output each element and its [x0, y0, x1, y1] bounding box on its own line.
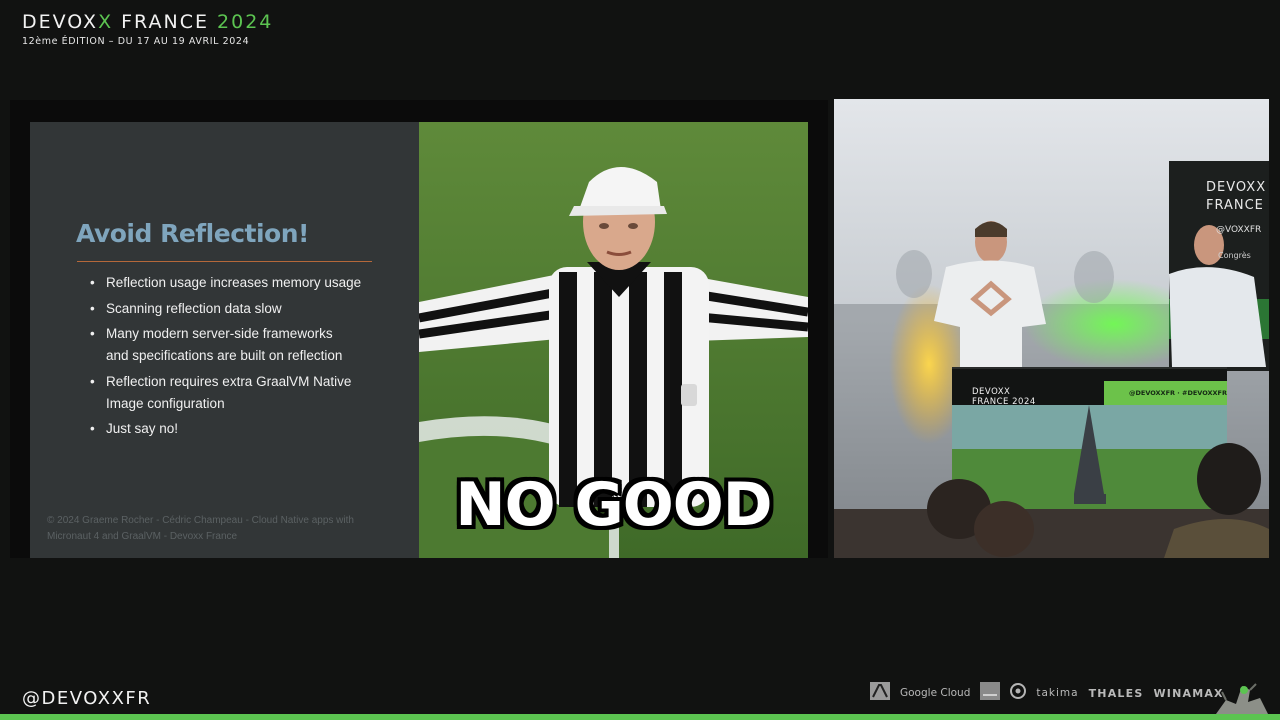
- mascot-robot-icon: [1212, 680, 1268, 718]
- event-subtitle: 12ème ÉDITION – DU 17 AU 19 AVRIL 2024: [22, 36, 250, 47]
- event-title-x: X: [98, 11, 114, 33]
- event-title: DEVOXX FRANCE 2024: [22, 11, 273, 33]
- sponsor-logos: Google Cloud takima THALES WINAMAX: [870, 682, 1224, 704]
- stage-banner-handle: @VOXXFR: [1216, 225, 1262, 235]
- axa-logo-icon: [870, 682, 890, 704]
- twitter-handle: @DEVOXXFR: [22, 688, 152, 709]
- event-title-prefix: DEVOX: [22, 11, 99, 33]
- slide-bullet: Reflection requires extra GraalVM Native…: [90, 371, 360, 415]
- sponsor-google-cloud: Google Cloud: [900, 687, 971, 699]
- slide-bullet: Many modern server-side frameworks and s…: [90, 323, 350, 367]
- meme-caption: NO GOOD: [455, 470, 772, 540]
- orange-logo-icon: [980, 682, 1001, 704]
- slide-title: Avoid Reflection!: [76, 219, 309, 248]
- brand-accent-bar: [0, 714, 1280, 720]
- stage-screen-handle: @DEVOXXFR · #DEVOXXFR: [1129, 389, 1227, 397]
- slide-bullet: Reflection usage increases memory usage: [90, 272, 410, 294]
- referee-image: NO GOOD: [419, 122, 808, 558]
- event-title-name: FRANCE: [113, 11, 218, 33]
- stage-banner-title: DEVOXX FRANCE: [1206, 180, 1267, 213]
- event-branding: DEVOXX FRANCE 2024 12ème ÉDITION – DU 17…: [22, 11, 273, 47]
- sponsor-thales: THALES: [1088, 686, 1144, 700]
- slide-bullet-list: Reflection usage increases memory usage …: [90, 272, 410, 444]
- presentation-slide: Avoid Reflection! Reflection usage incre…: [30, 122, 419, 558]
- slide-bullet: Scanning reflection data slow: [90, 298, 410, 320]
- event-year: 2024: [217, 11, 274, 33]
- stage-screen-title: DEVOXX FRANCE 2024: [972, 387, 1036, 407]
- takima-logo-icon: [1010, 683, 1027, 703]
- slide-title-rule: [77, 261, 372, 262]
- slide-footer: © 2024 Graeme Rocher - Cédric Champeau -…: [47, 515, 354, 542]
- slide-bullet: Just say no!: [90, 418, 410, 440]
- stage-banner-congres: Congrès: [1218, 251, 1251, 260]
- stage-camera-feed: DEVOXX FRANCE @VOXXFR Congrès DEVOXX FRA…: [834, 99, 1269, 558]
- sponsor-takima: takima: [1036, 687, 1079, 699]
